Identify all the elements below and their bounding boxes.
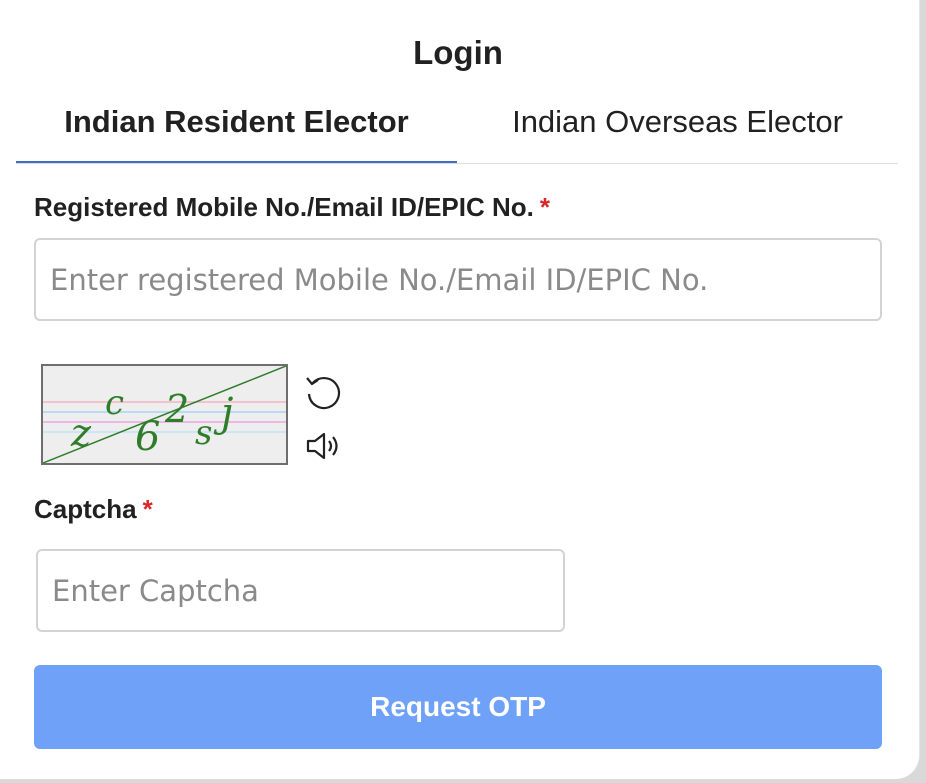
refresh-icon (306, 376, 341, 410)
audio-captcha-button[interactable] (305, 430, 345, 462)
captcha-char-5: s (195, 413, 212, 453)
captcha-char-6: j (213, 390, 233, 436)
captcha-graphic: z c 6 2 s j (42, 365, 287, 464)
captcha-field-label: Captcha * (34, 494, 153, 525)
captcha-image: z c 6 2 s j (41, 364, 288, 465)
login-card: Login Indian Resident Elector Indian Ove… (0, 0, 920, 779)
speaker-icon (306, 432, 338, 460)
captcha-char-3: 6 (135, 414, 160, 460)
captcha-char-4: 2 (164, 387, 189, 431)
elector-type-tabs: Indian Resident Elector Indian Overseas … (16, 95, 898, 164)
request-otp-button[interactable]: Request OTP (34, 665, 882, 749)
id-field-label-text: Registered Mobile No./Email ID/EPIC No. (34, 192, 534, 222)
required-marker: * (142, 494, 153, 524)
captcha-input[interactable] (36, 549, 565, 632)
id-input[interactable] (34, 238, 882, 321)
captcha-field-label-text: Captcha (34, 494, 137, 524)
captcha-char-1: z (70, 411, 92, 455)
refresh-captcha-button[interactable] (303, 372, 345, 414)
captcha-char-2: c (105, 383, 124, 423)
id-field-label: Registered Mobile No./Email ID/EPIC No. * (34, 192, 550, 223)
tab-indian-resident-elector[interactable]: Indian Resident Elector (16, 95, 457, 163)
required-marker: * (539, 192, 550, 222)
page-title: Login (413, 34, 503, 71)
tab-indian-overseas-elector[interactable]: Indian Overseas Elector (457, 95, 898, 163)
